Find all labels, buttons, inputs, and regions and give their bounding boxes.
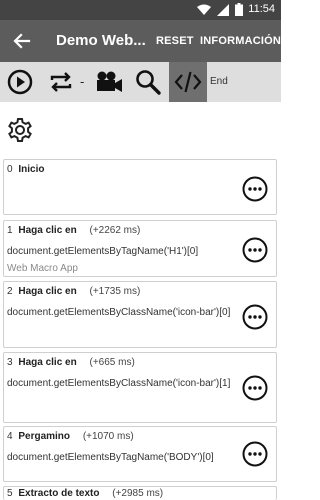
- step-action: Haga clic en: [18, 225, 77, 236]
- signal-icon: [217, 3, 229, 16]
- code-icon: [174, 71, 202, 93]
- step-index: 5: [7, 488, 13, 499]
- step-action: Inicio: [18, 164, 45, 175]
- step-index: 0: [7, 164, 13, 175]
- step-card[interactable]: 0 Inicio: [3, 159, 277, 215]
- step-index: 4: [7, 431, 13, 442]
- step-duration: (+1070 ms): [82, 431, 134, 442]
- more-icon[interactable]: [242, 237, 268, 263]
- toolbar-separator: -: [80, 74, 85, 89]
- step-card[interactable]: 1 Haga clic en (+2262 ms) document.getEl…: [3, 220, 277, 277]
- step-card[interactable]: 2 Haga clic en (+1735 ms) document.getEl…: [3, 281, 277, 348]
- step-action: Pergamino: [18, 431, 71, 442]
- info-button[interactable]: INFORMACIÓN: [200, 35, 281, 47]
- page-title: Demo Web...: [56, 32, 146, 49]
- more-icon[interactable]: [242, 375, 268, 401]
- play-icon[interactable]: [6, 68, 34, 96]
- step-index: 2: [7, 286, 13, 297]
- more-icon[interactable]: [242, 304, 268, 330]
- video-camera-icon[interactable]: [94, 68, 124, 96]
- step-selector: document.getElementsByTagName('BODY')[0]: [7, 452, 214, 463]
- reset-button[interactable]: RESET: [156, 35, 194, 47]
- step-selector: document.getElementsByTagName('H1')[0]: [7, 246, 199, 257]
- step-action: Extracto de texto: [18, 488, 100, 499]
- step-action: Haga clic en: [18, 357, 77, 368]
- more-icon[interactable]: [242, 441, 268, 467]
- step-duration: (+1735 ms): [89, 286, 141, 297]
- step-subtitle: Web Macro App: [7, 263, 78, 274]
- search-icon[interactable]: [134, 68, 162, 96]
- status-time: 11:54: [248, 3, 275, 15]
- app-bar: Demo Web... RESET INFORMACIÓN: [0, 20, 281, 62]
- more-icon[interactable]: [242, 176, 268, 202]
- status-bar: 11:54: [0, 0, 281, 20]
- step-index: 1: [7, 225, 13, 236]
- repeat-icon[interactable]: [47, 68, 75, 96]
- step-duration: (+2985 ms): [112, 488, 164, 499]
- step-card[interactable]: 3 Haga clic en (+665 ms) document.getEle…: [3, 352, 277, 423]
- step-card[interactable]: 4 Pergamino (+1070 ms) document.getEleme…: [3, 426, 277, 482]
- step-card[interactable]: 5 Extracto de texto (+2985 ms): [3, 486, 277, 500]
- step-duration: (+665 ms): [89, 357, 135, 368]
- step-selector: document.getElementsByClassName('icon-ba…: [7, 378, 231, 389]
- code-button[interactable]: [169, 62, 207, 102]
- end-label: End: [210, 76, 228, 87]
- step-selector: document.getElementsByClassName('icon-ba…: [7, 307, 231, 318]
- step-duration: (+2262 ms): [89, 225, 141, 236]
- step-action: Haga clic en: [18, 286, 77, 297]
- wifi-icon: [197, 4, 211, 15]
- gear-icon[interactable]: [7, 117, 33, 143]
- macro-toolbar: - End: [0, 62, 281, 102]
- arrow-back-icon[interactable]: [12, 31, 32, 51]
- battery-icon: [235, 3, 243, 16]
- step-index: 3: [7, 357, 13, 368]
